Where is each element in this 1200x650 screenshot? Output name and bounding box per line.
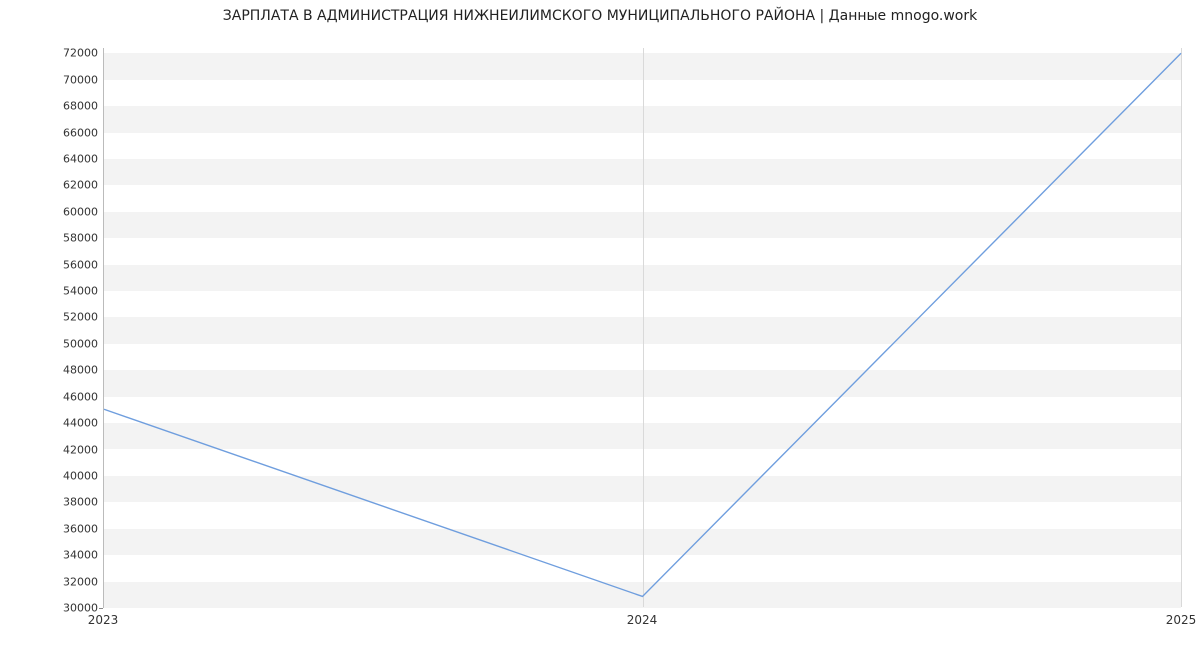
y-tick-label: 42000	[48, 443, 98, 456]
chart-title: ЗАРПЛАТА В АДМИНИСТРАЦИЯ НИЖНЕИЛИМСКОГО …	[0, 8, 1200, 24]
y-tick-label: 34000	[48, 549, 98, 562]
y-tick-label: 66000	[48, 126, 98, 139]
y-tick-label: 60000	[48, 205, 98, 218]
plot-area	[103, 48, 1181, 608]
y-tick-label: 32000	[48, 575, 98, 588]
grid-line-vertical	[1181, 48, 1182, 607]
y-tick-label: 54000	[48, 285, 98, 298]
x-tick-label: 2025	[1166, 613, 1197, 627]
line-series	[104, 48, 1181, 607]
y-tick-label: 64000	[48, 152, 98, 165]
series-line	[104, 53, 1181, 596]
y-tick-label: 72000	[48, 47, 98, 60]
x-tick-label: 2023	[88, 613, 119, 627]
y-tick-label: 70000	[48, 73, 98, 86]
y-tick-label: 58000	[48, 232, 98, 245]
y-tick-label: 40000	[48, 469, 98, 482]
y-tick-label: 52000	[48, 311, 98, 324]
y-tick-label: 50000	[48, 337, 98, 350]
y-tick-label: 48000	[48, 364, 98, 377]
x-tick-label: 2024	[627, 613, 658, 627]
y-tick-label: 44000	[48, 417, 98, 430]
y-tick-label: 62000	[48, 179, 98, 192]
y-tick-label: 46000	[48, 390, 98, 403]
y-tick-label: 38000	[48, 496, 98, 509]
y-tick-label: 56000	[48, 258, 98, 271]
y-tick-label: 36000	[48, 522, 98, 535]
chart-container: ЗАРПЛАТА В АДМИНИСТРАЦИЯ НИЖНЕИЛИМСКОГО …	[0, 0, 1200, 650]
y-tick-label: 68000	[48, 100, 98, 113]
y-axis-tick	[99, 608, 103, 609]
